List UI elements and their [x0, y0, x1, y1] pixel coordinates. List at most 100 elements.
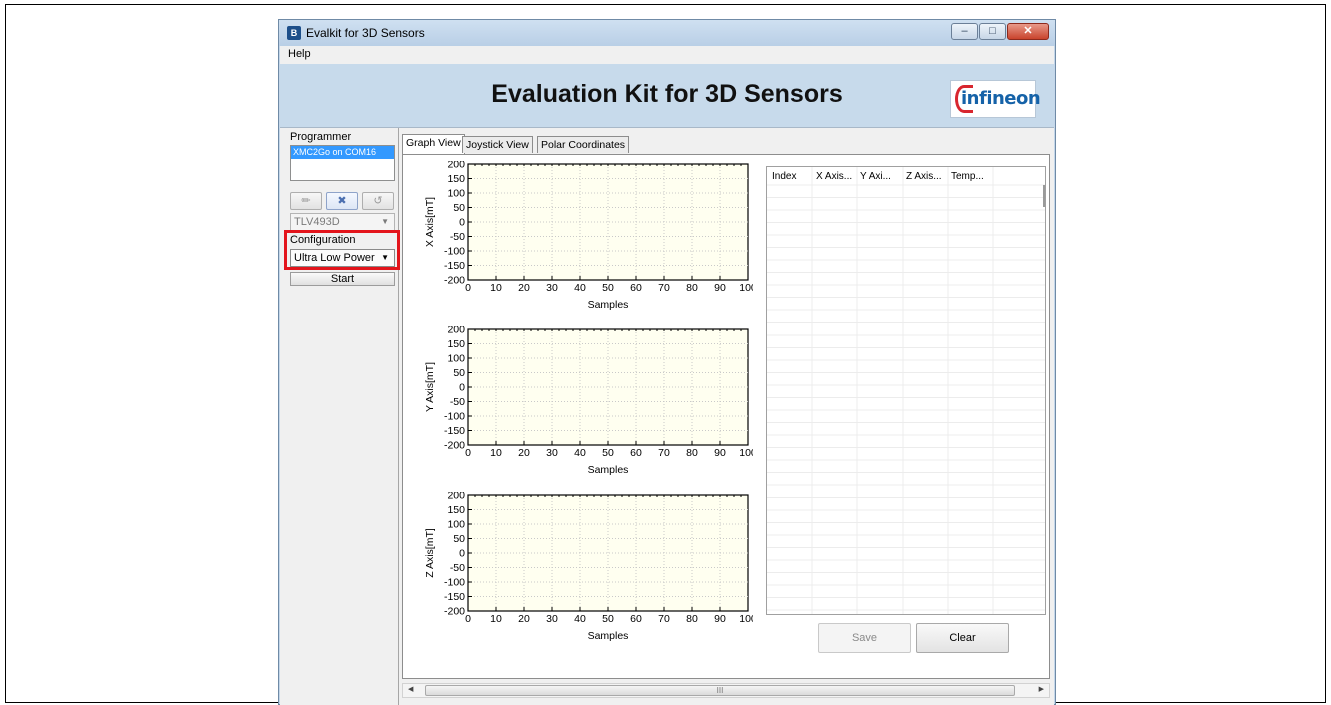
connect-button[interactable]: ✖	[326, 192, 358, 210]
x-tick-label: 80	[686, 613, 698, 625]
column-header-y-axis[interactable]: Y Axi...	[860, 171, 891, 182]
y-tick-label: 100	[447, 353, 465, 365]
x-tick-label: 100	[739, 613, 753, 625]
scroll-right-icon[interactable]: ▶	[1039, 685, 1044, 693]
x-tick-label: 50	[602, 447, 614, 459]
logo-text: infineon	[961, 88, 1041, 109]
refresh-button[interactable]: ↺	[362, 192, 394, 210]
y-tick-label: 50	[453, 533, 465, 545]
data-table[interactable]: Index X Axis... Y Axi... Z Axis... Temp.…	[766, 166, 1046, 615]
x-tick-label: 60	[630, 282, 642, 294]
close-button[interactable]: ✕	[1007, 23, 1049, 40]
y-tick-label: 0	[459, 382, 465, 394]
column-header-temp[interactable]: Temp...	[951, 171, 984, 182]
x-tick-label: 50	[602, 613, 614, 625]
x-tick-label: 70	[658, 613, 670, 625]
plug-icon: ✖	[337, 195, 347, 207]
column-header-x-axis[interactable]: X Axis...	[816, 171, 852, 182]
y-tick-label: 150	[447, 504, 465, 516]
x-tick-label: 0	[465, 613, 471, 625]
y-tick-label: -200	[444, 440, 465, 452]
y-tick-label: 100	[447, 519, 465, 531]
title-bar[interactable]: B Evalkit for 3D Sensors – □ ✕	[279, 20, 1055, 46]
pencil-icon: ✏	[301, 195, 311, 207]
table-grid	[767, 167, 1045, 614]
sensor-select-value: TLV493D	[294, 216, 340, 228]
app-icon: B	[287, 26, 301, 40]
y-tick-label: -150	[444, 260, 465, 272]
y-tick-label: 150	[447, 173, 465, 185]
x-tick-label: 10	[490, 447, 502, 459]
x-axis-label: Samples	[588, 464, 629, 476]
x-tick-label: 100	[739, 282, 753, 294]
app-window: B Evalkit for 3D Sensors – □ ✕ Help Eval…	[278, 19, 1056, 705]
x-tick-label: 90	[714, 282, 726, 294]
y-tick-label: -150	[444, 425, 465, 437]
x-tick-label: 40	[574, 282, 586, 294]
tab-joystick-view[interactable]: Joystick View	[462, 136, 533, 153]
programmer-label: Programmer	[290, 131, 352, 143]
column-header-index[interactable]: Index	[772, 171, 796, 182]
menu-help[interactable]: Help	[288, 48, 311, 60]
y-tick-label: -200	[444, 606, 465, 618]
clear-button[interactable]: Clear	[916, 623, 1009, 653]
x-tick-label: 0	[465, 282, 471, 294]
y-axis-label: Y Axis[mT]	[424, 362, 436, 412]
pencil-button[interactable]: ✏	[290, 192, 322, 210]
maximize-button[interactable]: □	[979, 23, 1006, 40]
y-axis-graph: 200 150 100 50 0 -50 -100 -150 -200 0 10 20 30 40 50 60…	[423, 326, 753, 481]
y-tick-label: -100	[444, 411, 465, 423]
x-tick-label: 100	[739, 447, 753, 459]
z-axis-graph: 200 150 100 50 0 -50 -100 -150 -200 0 10 20 30 40 50 60…	[423, 492, 753, 647]
x-tick-label: 30	[546, 447, 558, 459]
scrollbar-thumb[interactable]: III	[425, 685, 1015, 696]
start-button[interactable]: Start	[290, 272, 395, 286]
y-tick-label: 200	[447, 492, 465, 502]
sensor-select[interactable]: TLV493D ▼	[290, 213, 395, 231]
programmer-list-item[interactable]: XMC2Go on COM16	[291, 146, 394, 159]
y-tick-label: -200	[444, 275, 465, 287]
infineon-logo: infineon	[950, 80, 1041, 118]
x-tick-label: 40	[574, 613, 586, 625]
left-panel: Programmer XMC2Go on COM16 ✏ ✖ ↺ TLV493D…	[280, 128, 400, 705]
y-tick-label: -150	[444, 591, 465, 603]
menu-bar: Help	[280, 46, 1054, 64]
graph-svg: 200150100500-50-100-150-2000 10 20 30 40 50 60…	[424, 326, 753, 476]
x-tick-label: 20	[518, 447, 530, 459]
column-header-z-axis[interactable]: Z Axis...	[906, 171, 942, 182]
y-tick-label: 50	[453, 367, 465, 379]
window-title: Evalkit for 3D Sensors	[306, 26, 425, 40]
refresh-icon: ↺	[373, 195, 383, 207]
x-tick-label: 0	[465, 447, 471, 459]
minimize-button[interactable]: –	[951, 23, 978, 40]
x-axis-label: Samples	[588, 299, 629, 311]
y-tick-label: -50	[450, 396, 465, 408]
x-tick-label: 60	[630, 447, 642, 459]
save-button[interactable]: Save	[818, 623, 911, 653]
graph-svg: 200150100500-50-100-150-2000 10 20 30 40 50 60…	[424, 161, 753, 311]
y-tick-label: -50	[450, 562, 465, 574]
tab-graph-view[interactable]: Graph View	[402, 134, 465, 154]
y-tick-label: 200	[447, 161, 465, 171]
x-axis-graph: 200 150 100 50 0 -50 -100 -150 -200 0 10 20 30 40 50 60…	[423, 161, 753, 316]
graph-svg: 200150100500-50-100-150-2000 10 20 30 40 50 60…	[424, 492, 753, 642]
scroll-left-icon[interactable]: ◀	[408, 685, 413, 693]
x-tick-label: 20	[518, 613, 530, 625]
y-axis-label: X Axis[mT]	[424, 197, 436, 247]
programmer-list[interactable]: XMC2Go on COM16	[290, 145, 395, 181]
tab-polar-coordinates[interactable]: Polar Coordinates	[537, 136, 630, 153]
x-tick-label: 90	[714, 447, 726, 459]
y-tick-label: 0	[459, 548, 465, 560]
y-tick-label: 0	[459, 217, 465, 229]
horizontal-scrollbar[interactable]: ◀ III ▶	[402, 683, 1050, 698]
x-tick-label: 70	[658, 447, 670, 459]
y-axis-label: Z Axis[mT]	[424, 528, 436, 578]
highlight-box	[284, 230, 400, 270]
x-tick-label: 60	[630, 613, 642, 625]
x-tick-label: 20	[518, 282, 530, 294]
y-tick-label: 200	[447, 326, 465, 336]
y-tick-label: 100	[447, 188, 465, 200]
x-tick-label: 10	[490, 613, 502, 625]
y-tick-label: -100	[444, 246, 465, 258]
x-tick-label: 90	[714, 613, 726, 625]
